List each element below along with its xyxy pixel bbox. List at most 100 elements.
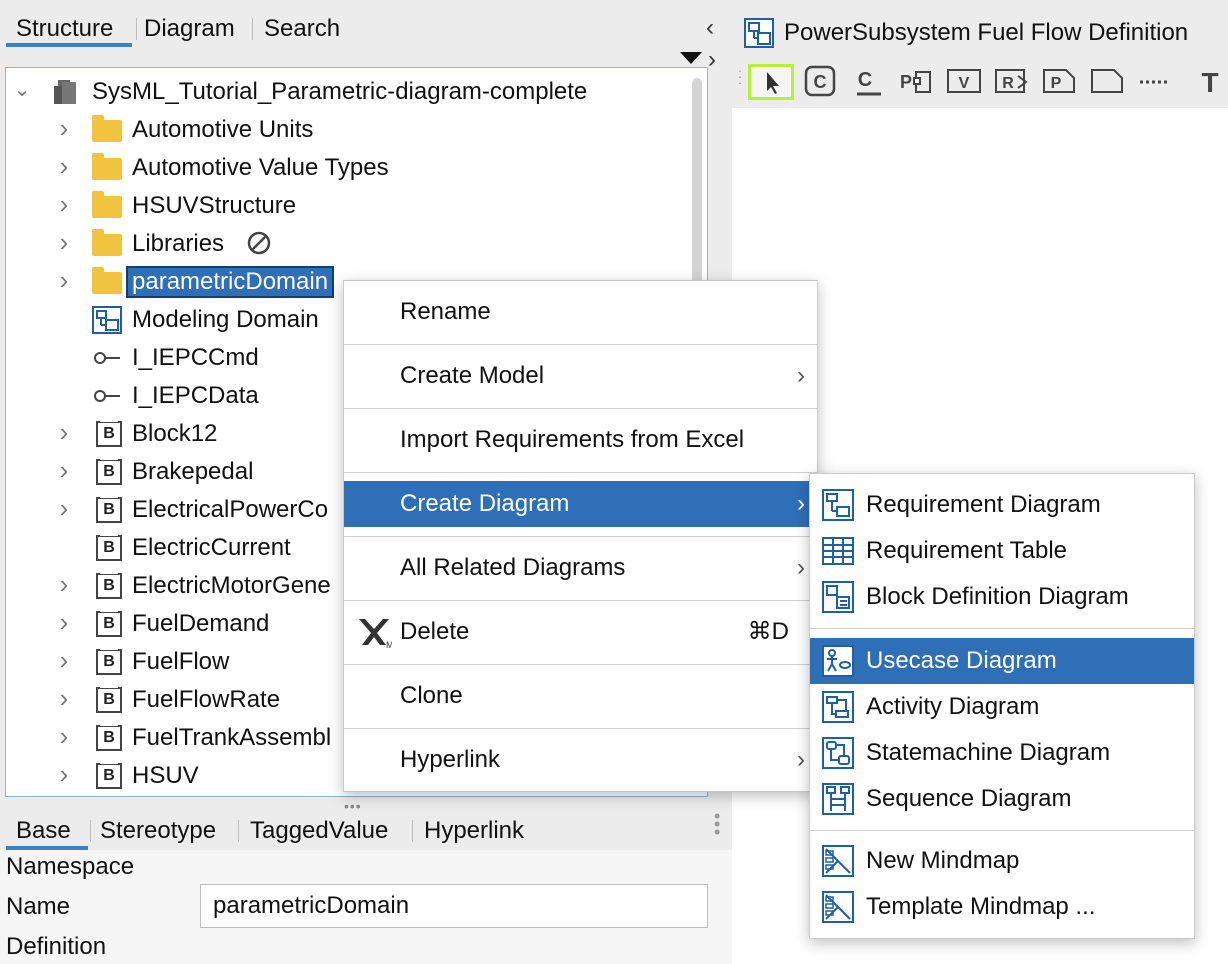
submenu-item-template-mindmap[interactable]: Template Mindmap ...	[810, 884, 1194, 930]
tab-base[interactable]: Base	[16, 816, 71, 846]
chevron-right-icon[interactable]: ›	[54, 191, 74, 217]
tree-item-label: FuelDemand	[132, 610, 270, 637]
submenu-item-activity-diagram[interactable]: Activity Diagram	[810, 684, 1194, 730]
menu-item-hyperlink[interactable]: Hyperlink ›	[344, 729, 817, 791]
menu-item-rename[interactable]: Rename	[344, 281, 817, 343]
tree-item-label: FuelFlowRate	[132, 686, 281, 713]
chevron-right-icon[interactable]: ›	[54, 229, 74, 255]
chevron-right-icon[interactable]: ›	[54, 153, 74, 179]
name-field[interactable]: parametricDomain	[200, 884, 708, 928]
chevron-right-icon[interactable]: ›	[54, 115, 74, 141]
select-icon[interactable]	[748, 64, 794, 100]
tab-search[interactable]: Search	[264, 14, 340, 44]
menu-separator	[810, 830, 1194, 831]
tree-item-label: Block12	[132, 420, 218, 447]
text-icon[interactable]: T	[1194, 64, 1224, 100]
chevron-right-icon: ›	[797, 362, 805, 389]
block-definition-diagram-icon	[822, 581, 854, 613]
submenu-item-statemachine-diagram[interactable]: Statemachine Diagram	[810, 730, 1194, 776]
toolbar-grip[interactable]: ::	[738, 66, 742, 86]
submenu-item-requirement-diagram[interactable]: Requirement Diagram	[810, 482, 1194, 528]
submenu-item-new-mindmap[interactable]: New Mindmap	[810, 838, 1194, 884]
menu-item-all-related-diagrams[interactable]: All Related Diagrams ›	[344, 537, 817, 599]
tab-stereotype[interactable]: Stereotype	[100, 816, 216, 846]
block-icon: B	[92, 420, 122, 448]
tree-item[interactable]: › Automotive Value Types	[6, 148, 706, 186]
menu-item-label: Import Requirements from Excel	[400, 426, 745, 453]
submenu-item-label: Usecase Diagram	[866, 647, 1057, 674]
chevron-right-icon[interactable]: ›	[54, 685, 74, 711]
dash-line-icon[interactable]	[1136, 64, 1172, 100]
class-icon[interactable]: C	[802, 64, 838, 100]
tree-item[interactable]: › Automotive Units	[6, 110, 706, 148]
block-definition-diagram-icon	[744, 18, 774, 48]
submenu-item-usecase-diagram[interactable]: Usecase Diagram	[810, 638, 1194, 684]
chevron-right-icon[interactable]: ›	[54, 723, 74, 749]
chevron-right-icon[interactable]: ›	[54, 761, 74, 787]
tree-item[interactable]: › Libraries	[6, 224, 706, 262]
chevron-left-icon[interactable]: ‹	[706, 14, 714, 42]
tree-dropdown-icon[interactable]	[680, 52, 702, 64]
tree-item-label: I_IEPCCmd	[132, 344, 259, 371]
chevron-right-icon[interactable]: ›	[708, 46, 716, 74]
chevron-right-icon[interactable]: ›	[54, 571, 74, 597]
delete-icon: M	[356, 615, 394, 650]
tree-item-label: Libraries	[132, 230, 225, 257]
menu-item-label: Hyperlink	[400, 746, 501, 773]
menu-item-delete[interactable]: M Delete ⌘D	[344, 601, 817, 663]
svg-text:C: C	[858, 69, 872, 91]
menu-item-clone[interactable]: Clone	[344, 665, 817, 727]
submenu-item-sequence-diagram[interactable]: Sequence Diagram	[810, 776, 1194, 822]
port-icon[interactable]: P	[896, 64, 936, 100]
submenu-item-block-definition-diagram[interactable]: Block Definition Diagram	[810, 574, 1194, 620]
folder-icon	[92, 229, 122, 258]
chevron-right-icon[interactable]: ›	[54, 495, 74, 521]
tree-item-label: HSUVStructure	[132, 192, 297, 219]
chevron-right-icon[interactable]: ›	[54, 267, 74, 293]
submenu-item-label: New Mindmap	[866, 847, 1020, 874]
name-label: Name	[6, 893, 71, 920]
chevron-right-icon[interactable]: ›	[54, 419, 74, 445]
interface-icon	[92, 344, 122, 372]
value-icon[interactable]: V	[946, 64, 982, 100]
tab-separator	[252, 18, 253, 40]
reference-icon[interactable]: R	[994, 64, 1030, 100]
sequence-diagram-icon	[822, 783, 854, 815]
submenu-item-requirement-table[interactable]: Requirement Table	[810, 528, 1194, 574]
submenu-item-label: Sequence Diagram	[866, 785, 1072, 812]
menu-item-create-diagram[interactable]: Create Diagram ›	[344, 481, 817, 527]
submenu-item-label: Statemachine Diagram	[866, 739, 1111, 766]
tab-taggedvalue[interactable]: TaggedValue	[250, 816, 388, 846]
c-underline-icon[interactable]: C	[850, 64, 886, 100]
tree-root[interactable]: ⌄ SysML_Tutorial_Parametric-diagram-comp…	[6, 72, 706, 110]
svg-text:R: R	[1002, 75, 1014, 92]
activity-diagram-icon	[822, 691, 854, 723]
tree-root-label: SysML_Tutorial_Parametric-diagram-comple…	[92, 78, 588, 105]
menu-item-create-model[interactable]: Create Model ›	[344, 345, 817, 407]
tree-scrollbar[interactable]	[692, 78, 702, 288]
tree-item-label: FuelTrankAssembl	[132, 724, 332, 751]
folder-icon	[92, 153, 122, 182]
chevron-right-icon[interactable]: ›	[54, 647, 74, 673]
interface-icon	[92, 382, 122, 410]
tab-diagram[interactable]: Diagram	[144, 14, 235, 44]
editor-header: PowerSubsystem Fuel Flow Definition	[732, 0, 1228, 58]
tab-separator	[412, 820, 413, 842]
chevron-down-icon[interactable]: ⌄	[12, 80, 32, 100]
menu-item-import-requirements[interactable]: Import Requirements from Excel	[344, 409, 817, 471]
chevron-right-icon[interactable]: ›	[54, 609, 74, 635]
more-options-icon[interactable]: • • •	[714, 807, 720, 841]
usecase-diagram-icon	[822, 645, 854, 677]
diagram-toolbar: :: C C P V R P T	[732, 58, 1228, 108]
tab-hyperlink[interactable]: Hyperlink	[424, 816, 524, 846]
note-icon[interactable]	[1090, 64, 1126, 100]
menu-item-label: Rename	[400, 298, 491, 325]
menu-separator	[344, 472, 817, 473]
chevron-right-icon[interactable]: ›	[54, 457, 74, 483]
block-icon: B	[92, 686, 122, 714]
svg-text:C: C	[814, 72, 827, 92]
part-icon[interactable]: P	[1042, 64, 1078, 100]
resize-handle[interactable]: •••	[344, 798, 362, 814]
tree-item[interactable]: › HSUVStructure	[6, 186, 706, 224]
tab-structure[interactable]: Structure	[16, 14, 113, 44]
